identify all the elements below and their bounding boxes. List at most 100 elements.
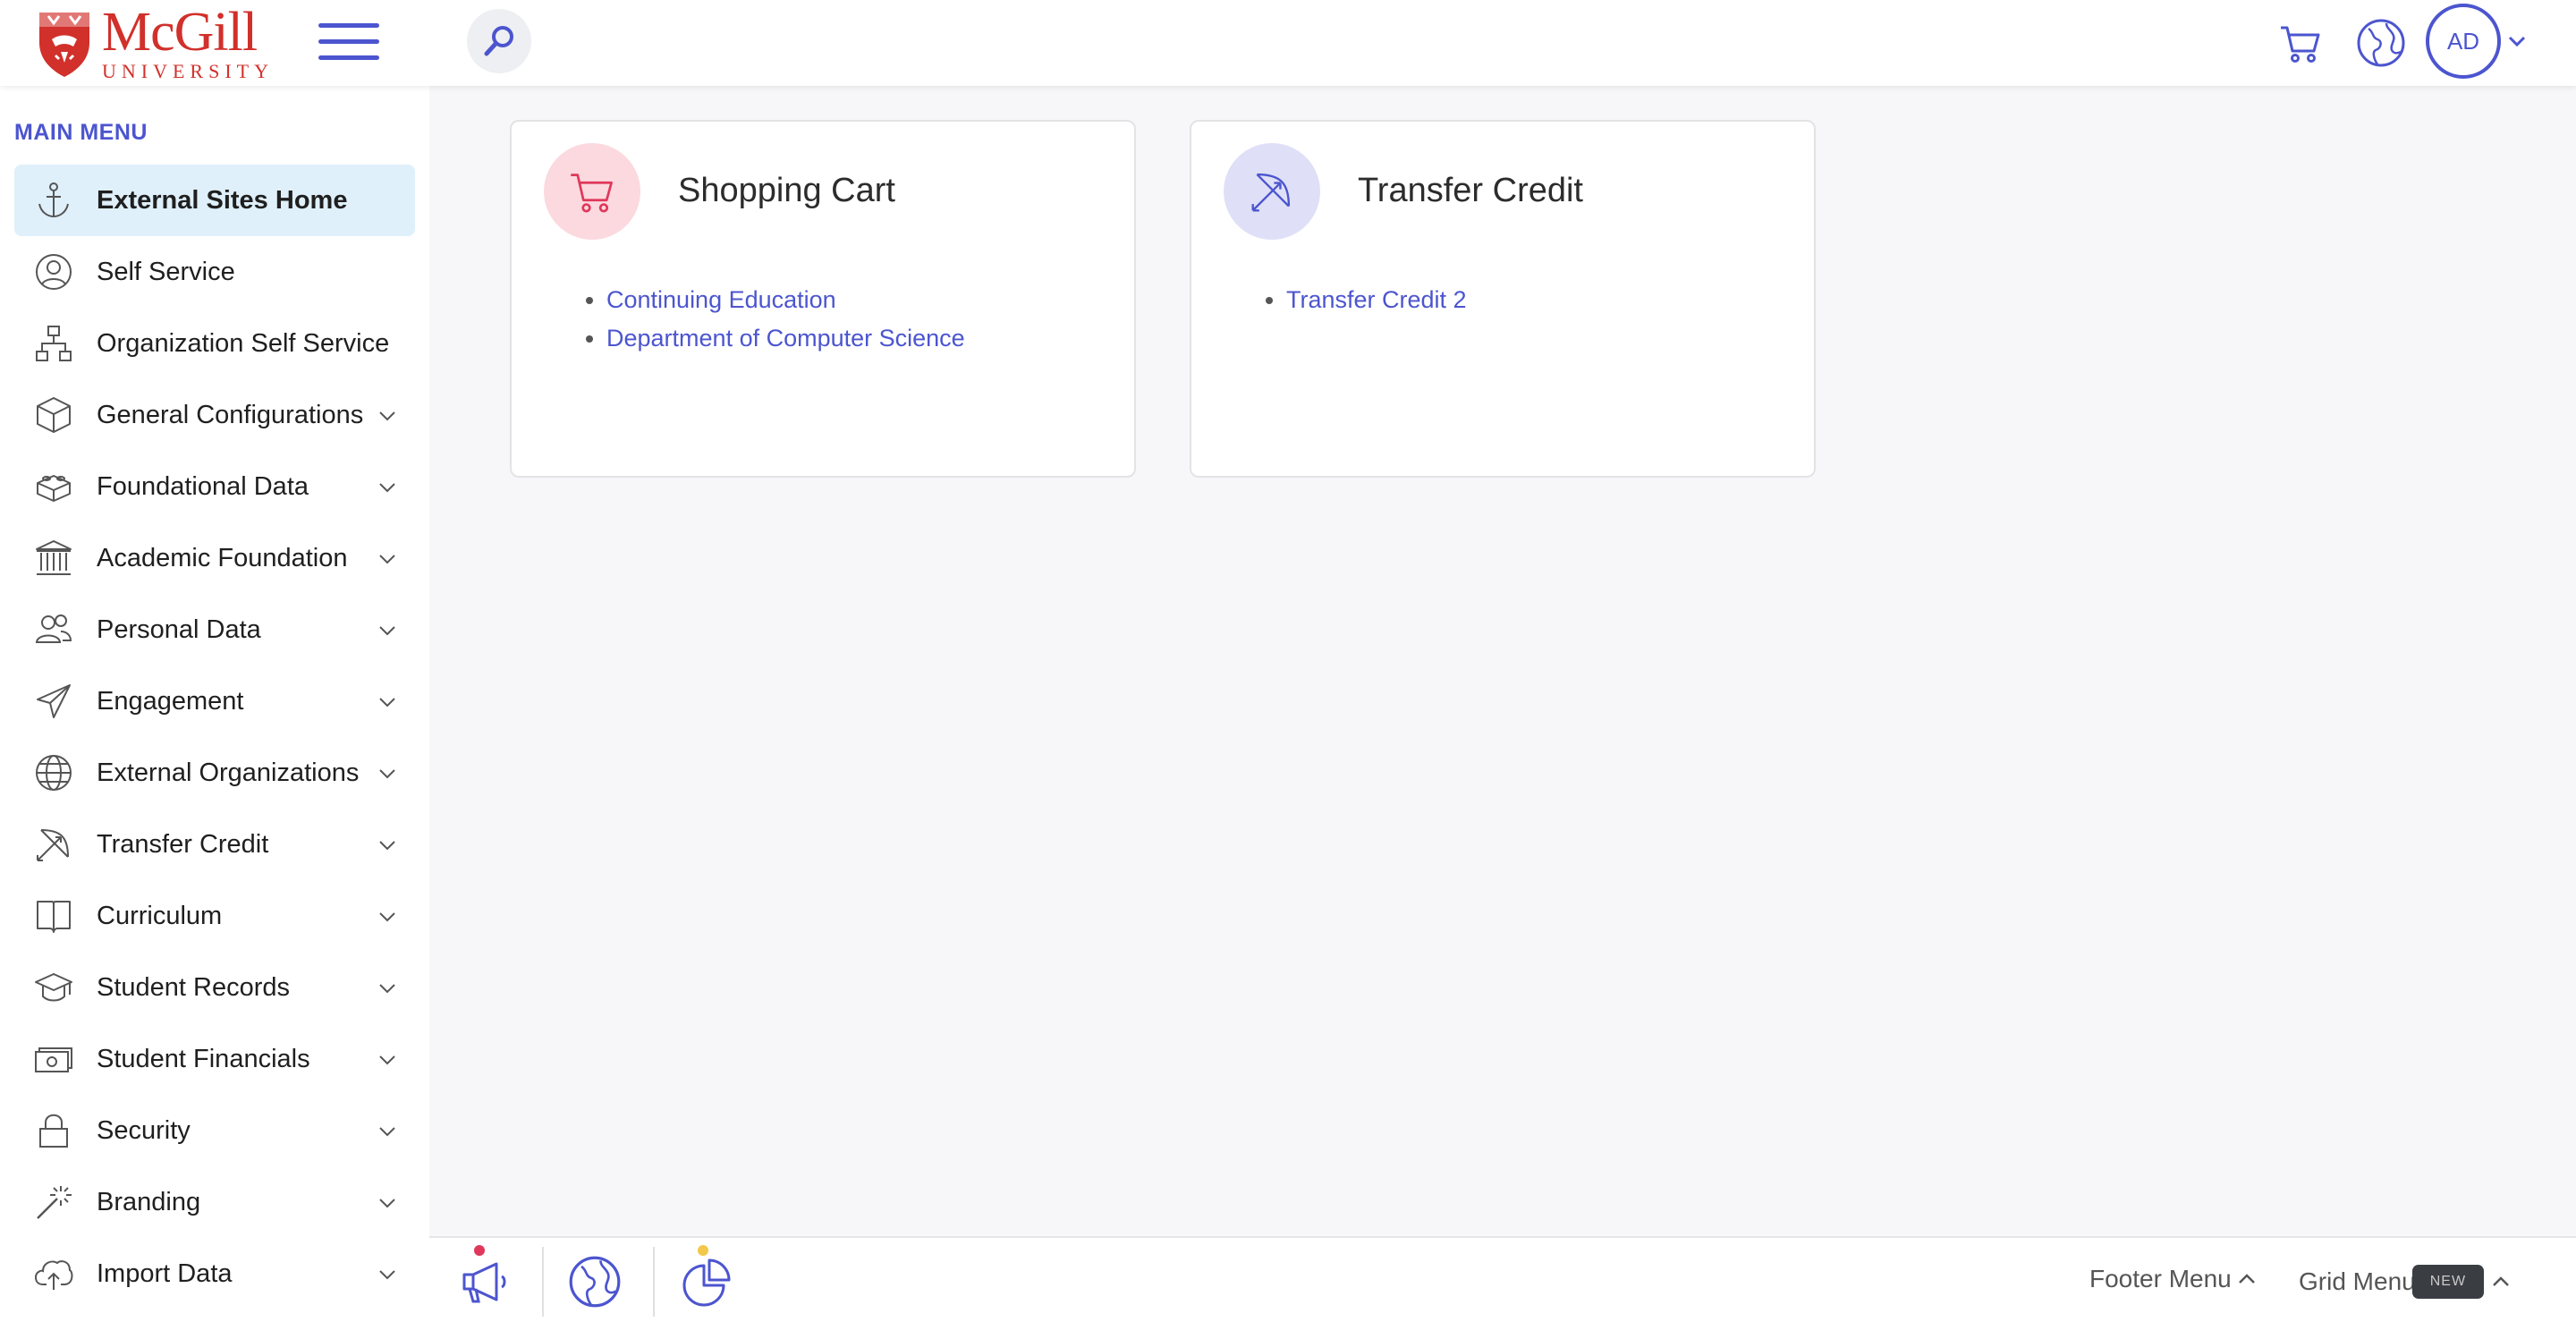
users-icon (32, 608, 75, 651)
chevron-down-icon (379, 483, 395, 493)
magic-wand-icon (32, 1181, 75, 1224)
sidebar-item-student-records[interactable]: Student Records (14, 952, 415, 1023)
bow-arrow-icon (1224, 143, 1320, 240)
sidebar-item-label: Academic Foundation (97, 543, 348, 572)
chevron-down-icon (379, 698, 395, 708)
logo-subtitle: UNIVERSITY (102, 60, 274, 82)
org-chart-icon (32, 322, 75, 365)
list-item: Transfer Credit 2 (1286, 281, 1467, 319)
chevron-down-icon (379, 912, 395, 922)
continuing-education-link[interactable]: Continuing Education (606, 286, 836, 313)
sidebar-item-student-financials[interactable]: Student Financials (14, 1023, 415, 1095)
notification-dot (474, 1245, 485, 1256)
list-item: Continuing Education (606, 281, 965, 319)
sidebar-item-personal-data[interactable]: Personal Data (14, 594, 415, 665)
sidebar-item-transfer-credit[interactable]: Transfer Credit (14, 809, 415, 880)
chevron-down-icon (379, 555, 395, 564)
grid-menu-label: Grid Menu (2299, 1267, 2416, 1295)
grid-menu-toggle[interactable]: Grid Menu NEW (2299, 1265, 2511, 1299)
chevron-down-icon (379, 1199, 395, 1208)
search-button[interactable] (467, 9, 531, 73)
cart-button[interactable] (2275, 18, 2326, 68)
sidebar-item-label: Curriculum (97, 901, 223, 930)
sidebar-item-label: Transfer Credit (97, 829, 269, 859)
sidebar-item-self-service[interactable]: Self Service (14, 236, 415, 308)
sidebar-item-general-configurations[interactable]: General Configurations (14, 379, 415, 451)
sidebar-item-label: Security (97, 1115, 191, 1145)
sidebar-item-label: Student Financials (97, 1044, 310, 1073)
mcgill-logo[interactable]: McGill UNIVERSITY (36, 2, 286, 82)
money-icon (32, 1038, 75, 1080)
card-link-list: Continuing Education Department of Compu… (606, 281, 965, 358)
chevron-up-icon (2238, 1274, 2255, 1284)
hamburger-menu-icon[interactable] (318, 23, 379, 64)
sidebar-item-external-organizations[interactable]: External Organizations (14, 737, 415, 809)
sidebar-item-label: Foundational Data (97, 471, 309, 501)
sidebar-item-academic-foundation[interactable]: Academic Foundation (14, 522, 415, 594)
main-menu: External Sites Home Self Service Organiz… (14, 165, 415, 1309)
sidebar-item-foundational-data[interactable]: Foundational Data (14, 451, 415, 522)
sidebar-item-label: Import Data (97, 1258, 233, 1288)
sidebar-item-label: Branding (97, 1187, 201, 1216)
card-title: Transfer Credit (1358, 172, 1583, 209)
logo-wordmark: McGill (102, 2, 258, 63)
sidebar-item-engagement[interactable]: Engagement (14, 665, 415, 737)
card-link-list: Transfer Credit 2 (1286, 281, 1467, 319)
chevron-down-icon (379, 1055, 395, 1065)
chevron-up-icon (2493, 1276, 2509, 1286)
footer-globe-button[interactable] (564, 1250, 626, 1313)
chevron-down-icon[interactable] (2506, 30, 2528, 52)
user-icon (32, 250, 75, 293)
shopping-cart-card: Shopping Cart Continuing Education Depar… (510, 120, 1136, 478)
sidebar-item-external-sites-home[interactable]: External Sites Home (14, 165, 415, 236)
main-content: Shopping Cart Continuing Education Depar… (429, 86, 2576, 1236)
footer-menu-toggle[interactable]: Footer Menu (2089, 1265, 2257, 1293)
sidebar-item-label: Self Service (97, 257, 235, 286)
lock-icon (32, 1109, 75, 1152)
graduation-cap-icon (32, 966, 75, 1009)
cart-icon (2281, 26, 2320, 63)
sidebar-item-label: External Sites Home (97, 185, 348, 215)
announcements-button[interactable] (453, 1250, 515, 1313)
sidebar-item-curriculum[interactable]: Curriculum (14, 880, 415, 952)
main-menu-title: MAIN MENU (14, 120, 148, 145)
book-icon (32, 894, 75, 937)
cube-icon (32, 394, 75, 436)
chevron-down-icon (379, 411, 395, 421)
cloud-upload-icon (32, 1252, 75, 1295)
globe-icon (32, 751, 75, 794)
transfer-credit-2-link[interactable]: Transfer Credit 2 (1286, 286, 1467, 313)
new-badge: NEW (2411, 1265, 2485, 1299)
bricks-icon (32, 465, 75, 508)
language-button[interactable] (2356, 18, 2406, 68)
chevron-down-icon (379, 984, 395, 994)
globe-icon (569, 1256, 621, 1308)
chevron-down-icon (379, 1270, 395, 1280)
sidebar-item-label: Engagement (97, 686, 244, 716)
search-icon (484, 26, 513, 56)
footer-divider (653, 1247, 655, 1317)
sidebar-item-branding[interactable]: Branding (14, 1166, 415, 1238)
transfer-credit-card: Transfer Credit Transfer Credit 2 (1190, 120, 1816, 478)
user-avatar[interactable]: AD (2426, 4, 2501, 79)
sidebar-item-import-data[interactable]: Import Data (14, 1238, 415, 1309)
footer-bar: Footer Menu Grid Menu NEW (429, 1236, 2576, 1322)
footer-divider (542, 1247, 544, 1317)
computer-science-link[interactable]: Department of Computer Science (606, 325, 965, 352)
institution-icon (32, 537, 75, 580)
sidebar-item-organization-self-service[interactable]: Organization Self Service (14, 308, 415, 379)
chevron-down-icon (379, 769, 395, 779)
anchor-icon (32, 179, 75, 222)
reports-button[interactable] (676, 1250, 739, 1313)
sidebar-item-security[interactable]: Security (14, 1095, 415, 1166)
sidebar-item-label: Personal Data (97, 614, 261, 644)
sidebar-item-label: Student Records (97, 972, 291, 1002)
top-header: McGill UNIVERSITY AD (0, 0, 2576, 86)
sidebar-item-label: External Organizations (97, 758, 360, 787)
bow-arrow-icon (32, 823, 75, 866)
sidebar-item-label: Organization Self Service (97, 328, 390, 358)
sidebar: MAIN MENU External Sites Home Self Servi… (0, 86, 429, 1322)
pie-chart-icon (682, 1258, 731, 1307)
notification-dot (698, 1245, 708, 1256)
card-title: Shopping Cart (678, 172, 895, 209)
